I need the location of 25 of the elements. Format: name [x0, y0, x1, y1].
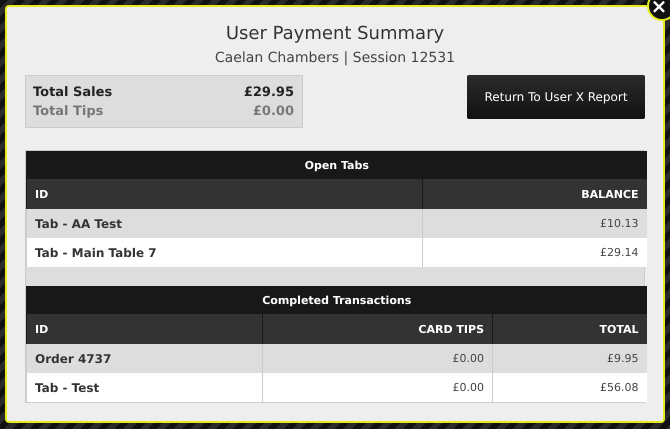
column-header: TOTAL	[492, 314, 646, 344]
table-cell: Order 4737	[26, 344, 262, 373]
table-cell: £10.13	[422, 209, 646, 238]
table-cell: Tab - Test	[26, 373, 262, 402]
summary-label: Total Tips	[33, 103, 104, 121]
return-button[interactable]: Return To User X Report	[467, 75, 645, 119]
close-button[interactable]: ×	[647, 0, 670, 21]
table-cell: Tab - AA Test	[26, 209, 422, 238]
table-title: Open Tabs	[26, 151, 646, 179]
column-header: ID	[26, 179, 422, 209]
column-header: ID	[26, 314, 262, 344]
dialog-title: User Payment Summary	[224, 22, 446, 46]
table-cell: £56.08	[492, 373, 646, 402]
summary-label: Total Sales	[33, 84, 112, 102]
dialog-subtitle: Caelan Chambers | Session 12531	[214, 49, 456, 68]
table-title: Completed Transactions	[26, 286, 646, 314]
table-cell: £0.00	[262, 344, 492, 373]
column-header: CARD TIPS	[262, 314, 492, 344]
table-cell: £9.95	[492, 344, 646, 373]
summary-value: £0.00	[252, 103, 294, 121]
table-cell: £0.00	[262, 373, 492, 402]
column-header: BALANCE	[422, 179, 646, 209]
table-cell: Tab - Main Table 7	[26, 238, 422, 267]
table-cell: £29.14	[422, 238, 646, 267]
summary-value: £29.95	[244, 84, 294, 102]
